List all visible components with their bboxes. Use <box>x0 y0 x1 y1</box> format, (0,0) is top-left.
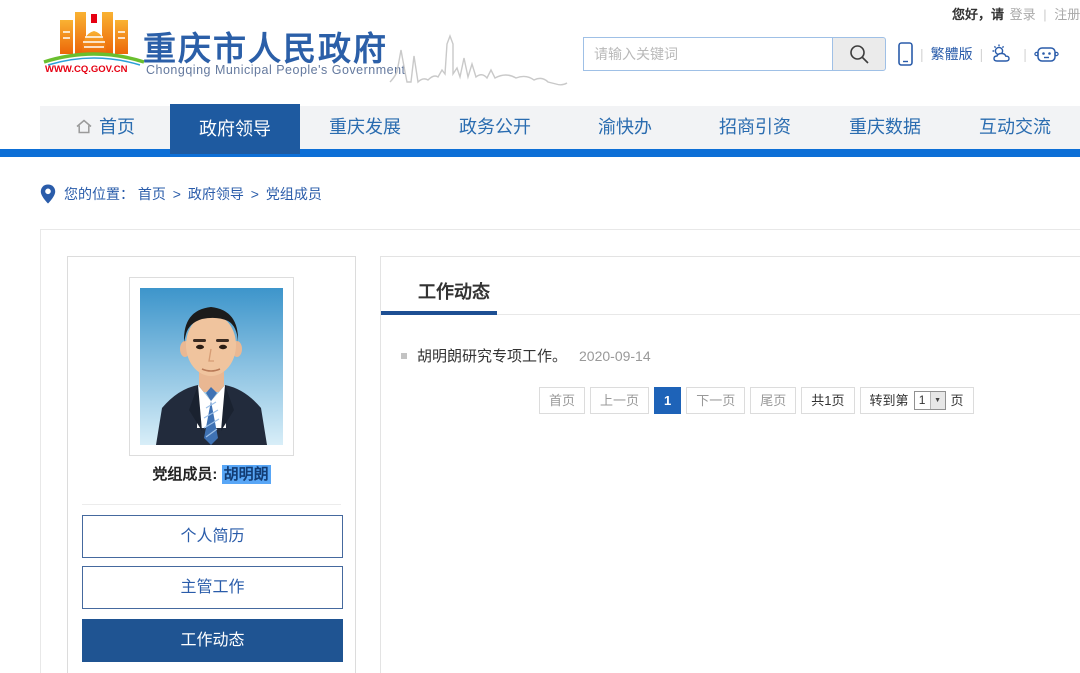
mobile-version-button[interactable] <box>898 42 913 66</box>
location-pin-icon <box>40 184 56 204</box>
page-first-button[interactable]: 首页 <box>539 387 585 414</box>
page: 您好，请 登录 | 注册 WWW.CQ.GOV.CN 重庆市人民政府 Cho <box>0 0 1080 673</box>
weather-button[interactable] <box>990 43 1016 65</box>
nav-item-home[interactable]: 首页 <box>40 106 170 149</box>
robot-icon <box>1034 43 1059 65</box>
main-nav: 首页 政府领导 重庆发展 政务公开 渝快办 招商引资 重庆数据 互动交流 <box>40 106 1080 149</box>
breadcrumb-prefix: 您的位置： <box>64 186 134 202</box>
account-bar: 您好，请 登录 | 注册 <box>952 4 1080 23</box>
article-date: 2020-09-14 <box>579 348 651 364</box>
site-url-text: WWW.CQ.GOV.CN <box>45 64 128 74</box>
breadcrumb-home[interactable]: 首页 <box>138 186 166 202</box>
article-link[interactable]: 胡明朗研究专项工作。 <box>417 345 567 366</box>
site-subtitle: Chongqing Municipal People's Government <box>146 63 406 77</box>
site-logo[interactable]: WWW.CQ.GOV.CN <box>38 6 150 79</box>
page-total: 共1页 <box>801 387 854 414</box>
goto-suffix: 页 <box>951 388 964 413</box>
menu-work-updates[interactable]: 工作动态 <box>82 619 343 662</box>
section-heading: 工作动态 <box>418 278 490 304</box>
page-prev-button[interactable]: 上一页 <box>590 387 649 414</box>
ai-assistant-button[interactable] <box>1034 43 1059 65</box>
nav-item-investment[interactable]: 招商引资 <box>690 106 820 149</box>
separator: | <box>1023 46 1027 62</box>
nav-item-chongqing-data[interactable]: 重庆数据 <box>820 106 950 149</box>
breadcrumb: 您的位置： 首页 > 政府领导 > 党组成员 <box>40 184 322 204</box>
page-current[interactable]: 1 <box>654 387 681 414</box>
magnifier-icon <box>847 42 871 66</box>
official-photo-frame <box>129 277 294 456</box>
separator: | <box>980 46 984 62</box>
page-goto: 转到第 1 ▼ 页 <box>860 387 974 414</box>
bullet-icon <box>401 353 407 359</box>
dropdown-arrow-icon: ▼ <box>930 392 945 409</box>
separator: | <box>920 46 924 62</box>
breadcrumb-separator: > <box>173 186 181 202</box>
weather-icon <box>990 43 1016 65</box>
government-building-icon: WWW.CQ.GOV.CN <box>38 6 150 74</box>
home-icon <box>75 118 93 135</box>
breadcrumb-party-members[interactable]: 党组成员 <box>266 186 322 202</box>
city-skyline-graphic <box>388 30 568 86</box>
page-select-value: 1 <box>915 392 930 409</box>
nav-item-chongqing-development[interactable]: 重庆发展 <box>300 106 430 149</box>
nav-item-interaction[interactable]: 互动交流 <box>950 106 1080 149</box>
header-tools: | 繁體版 | | <box>898 41 1059 67</box>
role-label: 党组成员: <box>152 466 217 483</box>
official-portrait <box>140 288 283 445</box>
breadcrumb-leaders[interactable]: 政府领导 <box>188 186 244 202</box>
mobile-phone-icon <box>898 42 913 66</box>
login-link[interactable]: 登录 <box>1010 7 1036 22</box>
official-name-row: 党组成员: 胡明朗 <box>68 463 355 484</box>
page-last-button[interactable]: 尾页 <box>750 387 796 414</box>
search-button[interactable] <box>832 37 886 71</box>
greeting-text: 您好，请 <box>952 7 1004 22</box>
separator: | <box>1043 7 1046 22</box>
nav-accent-bar <box>0 149 1080 157</box>
breadcrumb-separator: > <box>251 186 259 202</box>
page-next-button[interactable]: 下一页 <box>686 387 745 414</box>
menu-personal-resume[interactable]: 个人简历 <box>82 515 343 558</box>
heading-accent <box>381 311 497 315</box>
nav-item-government-affairs[interactable]: 政务公开 <box>430 106 560 149</box>
official-name: 胡明朗 <box>222 465 271 484</box>
panel-divider <box>82 504 341 505</box>
nav-label: 首页 <box>99 117 135 137</box>
search-area <box>583 37 886 71</box>
menu-responsibilities[interactable]: 主管工作 <box>82 566 343 609</box>
search-input[interactable] <box>583 37 832 71</box>
register-link[interactable]: 注册 <box>1054 7 1080 22</box>
nav-item-yukuaiban[interactable]: 渝快办 <box>560 106 690 149</box>
profile-panel: 党组成员: 胡明朗 个人简历 主管工作 工作动态 <box>67 256 356 673</box>
traditional-chinese-button[interactable]: 繁體版 <box>931 44 973 64</box>
pagination: 首页 上一页 1 下一页 尾页 共1页 转到第 1 ▼ 页 <box>539 387 974 414</box>
article-row: 胡明朗研究专项工作。 2020-09-14 <box>401 345 651 366</box>
work-updates-panel: 工作动态 胡明朗研究专项工作。 2020-09-14 首页 上一页 1 下一页 … <box>380 256 1080 673</box>
goto-prefix: 转到第 <box>870 388 909 413</box>
breadcrumb-text: 您的位置： 首页 > 政府领导 > 党组成员 <box>64 184 322 204</box>
page-select[interactable]: 1 ▼ <box>914 391 946 410</box>
nav-item-government-leaders[interactable]: 政府领导 <box>170 104 300 154</box>
